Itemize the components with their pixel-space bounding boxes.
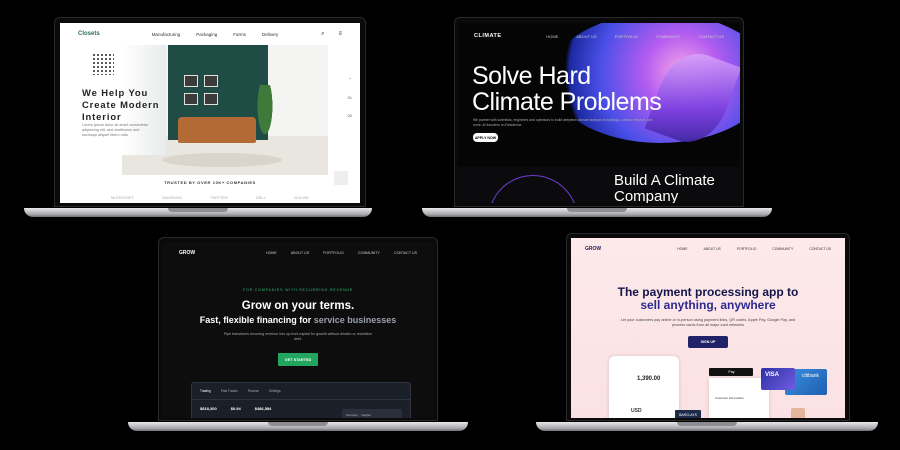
nav-link-portfolio[interactable]: PORTFOLIO — [737, 247, 757, 251]
client-logos: MCROSOFT SAMSUNG TWITTER DELL GOLINE — [60, 195, 360, 200]
laptop-base — [422, 208, 772, 217]
client-logo: GOLINE — [293, 195, 310, 200]
laptop-screen: CLIMATE HOME ABOUT US PORTFOLIO COMMUNIT… — [458, 23, 740, 203]
site-logo[interactable]: CLIMATE — [474, 33, 502, 39]
nav-link-community[interactable]: COMMUNITY — [358, 251, 380, 255]
avatar — [791, 408, 805, 418]
hero-subtext: Let your customers pay online or in-pers… — [620, 318, 796, 328]
site-logo[interactable]: GROW — [585, 246, 601, 252]
nav-link-contact[interactable]: CONTACT US — [394, 251, 417, 255]
eyebrow-label: FOR COMPANIES WITH RECURRING REVENUE — [243, 288, 353, 292]
top-nav: GROW HOME ABOUT US PORTFOLIO COMMUNITY C… — [163, 242, 433, 264]
sofa — [178, 117, 256, 143]
hero-subtext: We partner with scientists, engineers an… — [473, 118, 653, 127]
nav-link-home[interactable]: HOME — [677, 247, 687, 251]
rug — [162, 153, 282, 167]
nav-link-portfolio[interactable]: PORTFOLIO — [615, 34, 638, 39]
laptop-base — [24, 208, 372, 217]
laptop-screen: GROW HOME ABOUT US PORTFOLIO COMMUNITY C… — [571, 238, 845, 418]
slide-number[interactable]: 02 — [348, 107, 352, 125]
tab-past-trades[interactable]: Past Trades — [221, 389, 238, 393]
search-icon[interactable]: ⌕ — [321, 31, 324, 38]
hero-headline: Grow on your terms. — [241, 300, 355, 312]
laptop-base — [128, 422, 468, 431]
hero-headline-highlight: sell anything, anywhere — [640, 298, 776, 312]
nav-link-contact[interactable]: CONTACT US — [698, 34, 724, 39]
slide-indicators: ⌃ 01 02 — [348, 71, 352, 125]
slide-number[interactable]: 01 — [348, 89, 352, 107]
hero-subheadline: Fast, flexible financing for service bus… — [199, 315, 397, 325]
get-started-button[interactable]: GET STARTED — [278, 353, 318, 366]
nav-link-farms[interactable]: Farms — [233, 32, 246, 37]
hero-body: Pipe transforms recurring revenue into u… — [223, 332, 373, 341]
phone-mockup: 1,390.00 USD — [609, 356, 679, 418]
nav-link-about[interactable]: ABOUT US — [704, 247, 721, 251]
stat-value: $0.94 — [230, 406, 241, 411]
trusted-label: TRUSTED BY OVER 10K+ COMPANIES — [164, 180, 256, 185]
laptop-grow-dark: GROW HOME ABOUT US PORTFOLIO COMMUNITY C… — [128, 237, 468, 433]
client-logo: TWITTER — [210, 195, 228, 200]
tab-finance[interactable]: Finance — [248, 389, 259, 393]
nav-link-contact[interactable]: CONTACT US — [809, 247, 831, 251]
menu-icon[interactable]: ≡ — [338, 31, 342, 38]
nav-link-about[interactable]: ABOUT US — [291, 251, 309, 255]
nav-link-delivery[interactable]: Delivery — [262, 32, 278, 37]
top-nav: Closets Manufacturing Packaging Farms De… — [60, 23, 360, 45]
card-label[interactable]: Summary — [346, 413, 358, 417]
apply-now-button[interactable]: APPLY NOW — [473, 133, 498, 142]
sign-up-button[interactable]: SIGN UP — [688, 336, 728, 348]
site-logo[interactable]: GROW — [179, 250, 195, 256]
laptop-grow-pink: GROW HOME ABOUT US PORTFOLIO COMMUNITY C… — [536, 233, 878, 433]
laptop-screen: Closets Manufacturing Packaging Farms De… — [60, 23, 360, 203]
amount-value: 1,390.00 — [637, 376, 661, 382]
summary-card: Summary Insights — [342, 409, 402, 418]
customer-card: Customer Information — [709, 378, 769, 418]
top-nav: GROW HOME ABOUT US PORTFOLIO COMMUNITY C… — [571, 238, 845, 260]
stat-value: $818,300 — [200, 406, 217, 411]
customer-info-label: Customer Information — [715, 396, 744, 400]
chevron-up-icon[interactable]: ⌃ — [348, 71, 352, 89]
nav-icons: ⌕ ≡ — [321, 31, 342, 38]
hero-headline: We Help You Create Modern Interior — [82, 87, 160, 122]
stat-value: $486,584 — [254, 406, 272, 411]
laptop-screen: GROW HOME ABOUT US PORTFOLIO COMMUNITY C… — [163, 242, 433, 418]
client-logo: SAMSUNG — [161, 195, 183, 200]
nav-link-portfolio[interactable]: PORTFOLIO — [323, 251, 344, 255]
picture-frame — [184, 93, 198, 105]
hero-headline: Solve Hard Climate Problems — [472, 62, 662, 116]
client-logo: MCROSOFT — [110, 195, 134, 200]
top-nav: CLIMATE HOME ABOUT US PORTFOLIO COMMUNIT… — [458, 23, 740, 49]
client-logo: DELL — [255, 195, 266, 200]
nav-link-home[interactable]: HOME — [266, 251, 277, 255]
nav-link-home[interactable]: HOME — [546, 34, 558, 39]
card-label[interactable]: Insights — [361, 413, 371, 417]
picture-frame — [204, 93, 218, 105]
nav-link-packaging[interactable]: Packaging — [196, 32, 217, 37]
laptop-climate: CLIMATE HOME ABOUT US PORTFOLIO COMMUNIT… — [422, 17, 772, 219]
nav-link-community[interactable]: COMMUNITY — [772, 247, 793, 251]
nav-link-community[interactable]: COMMUNITY — [656, 34, 681, 39]
showcase-stage: Closets Manufacturing Packaging Farms De… — [0, 0, 900, 450]
dashboard-tabs: Trading Past Trades Finance Settings — [192, 383, 410, 400]
section-heading: Build A Climate Company — [614, 172, 715, 204]
nav-link-manufacturing[interactable]: Manufacturing — [152, 32, 181, 37]
plant — [252, 85, 278, 155]
dot-pattern — [92, 53, 114, 75]
site-logo[interactable]: Closets — [78, 31, 100, 37]
picture-frame — [204, 75, 218, 87]
bank-tag: BARCLAYS — [675, 410, 701, 418]
visa-card: VISA — [761, 368, 795, 390]
apple-pay-button[interactable]: Pay — [709, 368, 753, 376]
tab-settings[interactable]: Settings — [269, 389, 281, 393]
laptop-base — [536, 422, 878, 431]
nav-link-about[interactable]: ABOUT US — [576, 34, 596, 39]
laptop-closets: Closets Manufacturing Packaging Farms De… — [24, 17, 372, 219]
dashboard-preview: Trading Past Trades Finance Settings $81… — [191, 382, 411, 418]
tab-trading[interactable]: Trading — [200, 389, 211, 393]
hero-subtext: Lorem ipsum dolor sit amet consectetur a… — [82, 123, 149, 137]
picture-frame — [184, 75, 198, 87]
currency-label: USD — [631, 408, 642, 414]
